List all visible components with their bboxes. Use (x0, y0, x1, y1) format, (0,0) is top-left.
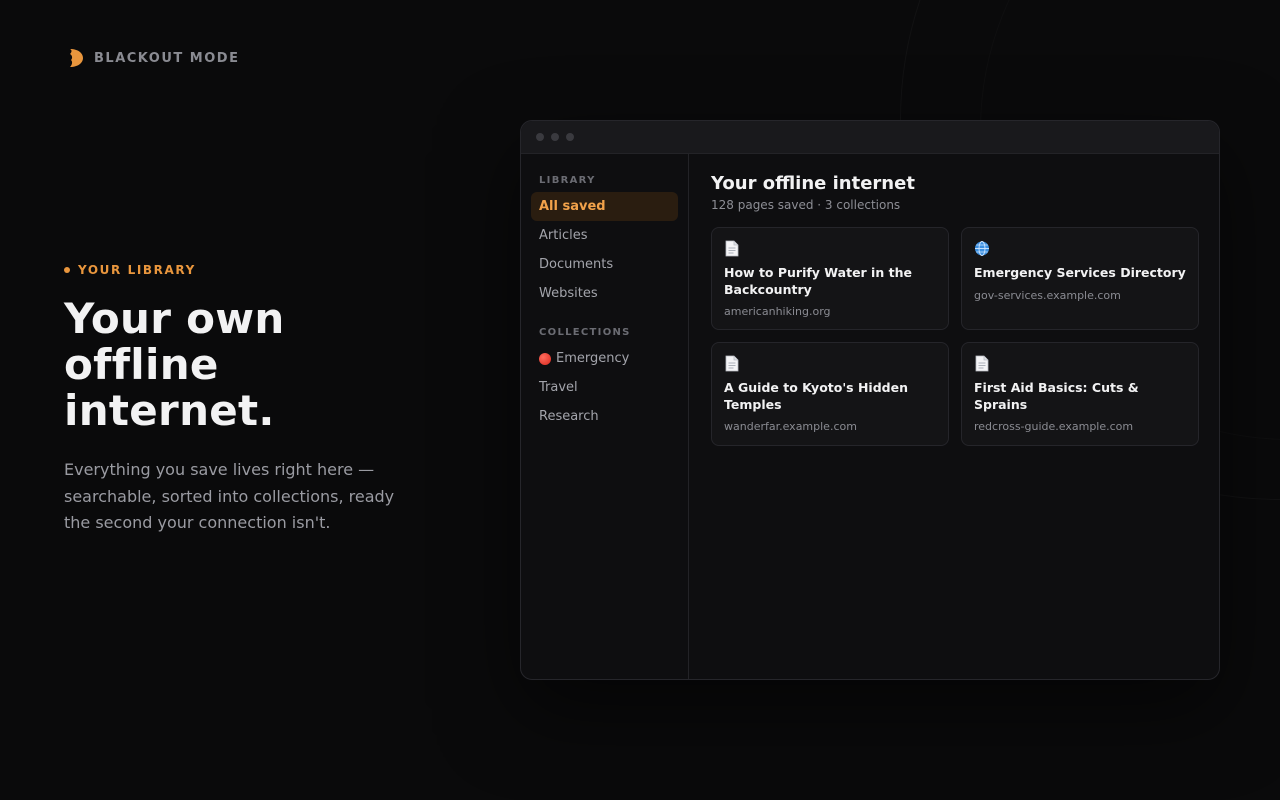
hero-title: Your own offline internet. (64, 294, 285, 435)
moon-bite-icon (70, 49, 83, 67)
sidebar-item-travel[interactable]: Travel (531, 373, 678, 402)
document-icon (975, 355, 989, 372)
saved-page-card[interactable]: How to Purify Water in the Backcountry a… (711, 227, 949, 330)
document-icon (725, 355, 739, 372)
library-heading: LIBRARY (539, 175, 596, 186)
card-url: gov-services.example.com (974, 288, 1121, 302)
sidebar-item-research[interactable]: Research (531, 402, 678, 431)
brand-name: BLACKOUT MODE (94, 50, 240, 66)
sidebar-item-label: Emergency (556, 351, 630, 366)
card-title: First Aid Basics: Cuts & Sprains (974, 380, 1139, 412)
sidebar-item-label: Articles (539, 228, 588, 243)
window-titlebar (521, 121, 1219, 154)
globe-icon (975, 241, 989, 256)
sidebar-item-emergency[interactable]: Emergency (531, 344, 678, 373)
sidebar-item-label: All saved (539, 199, 606, 214)
eyebrow-dot-icon (64, 267, 70, 273)
sidebar-item-label: Websites (539, 286, 598, 301)
red-circle-icon (539, 352, 551, 365)
window-minimize-dot[interactable] (551, 133, 559, 141)
card-title: How to Purify Water in the Backcountry (724, 265, 912, 297)
card-title: A Guide to Kyoto's Hidden Temples (724, 380, 908, 412)
window-maximize-dot[interactable] (566, 133, 574, 141)
collections-heading: COLLECTIONS (539, 327, 631, 338)
sidebar: LIBRARY All saved Articles Documents Web… (521, 154, 689, 679)
brand[interactable]: BLACKOUT MODE (66, 48, 239, 68)
card-url: redcross-guide.example.com (974, 420, 1134, 433)
saved-page-card[interactable]: A Guide to Kyoto's Hidden Temples wander… (711, 342, 949, 446)
sidebar-item-articles[interactable]: Articles (531, 221, 678, 250)
hero-eyebrow: YOUR LIBRARY (64, 263, 196, 277)
saved-page-card[interactable]: Emergency Services Directory gov-service… (961, 227, 1199, 330)
sidebar-item-websites[interactable]: Websites (531, 279, 678, 308)
document-icon (725, 240, 739, 257)
sidebar-item-label: Documents (539, 257, 614, 272)
app-window-preview: LIBRARY All saved Articles Documents Web… (520, 120, 1220, 680)
card-title: Emergency Services Directory (974, 265, 1186, 280)
sidebar-item-label: Travel (539, 380, 578, 395)
card-url: wanderfar.example.com (724, 420, 857, 433)
page-title: Your offline internet (711, 173, 915, 194)
eyebrow-label: YOUR LIBRARY (78, 263, 196, 277)
sidebar-item-documents[interactable]: Documents (531, 250, 678, 279)
saved-pages-grid: How to Purify Water in the Backcountry a… (711, 227, 1199, 446)
hero-description: Everything you save lives right here — s… (64, 460, 395, 532)
sidebar-item-all-saved[interactable]: All saved (531, 192, 678, 221)
page: BLACKOUT MODE YOUR LIBRARY Your own offl… (0, 0, 1280, 800)
window-close-dot[interactable] (536, 133, 544, 141)
main-content: Your offline internet 128 pages saved · … (689, 154, 1219, 679)
card-url: americanhiking.org (724, 305, 831, 318)
page-subtitle: 128 pages saved · 3 collections (711, 198, 901, 212)
saved-page-card[interactable]: First Aid Basics: Cuts & Sprains redcros… (961, 342, 1199, 446)
sidebar-item-label: Research (539, 409, 599, 424)
